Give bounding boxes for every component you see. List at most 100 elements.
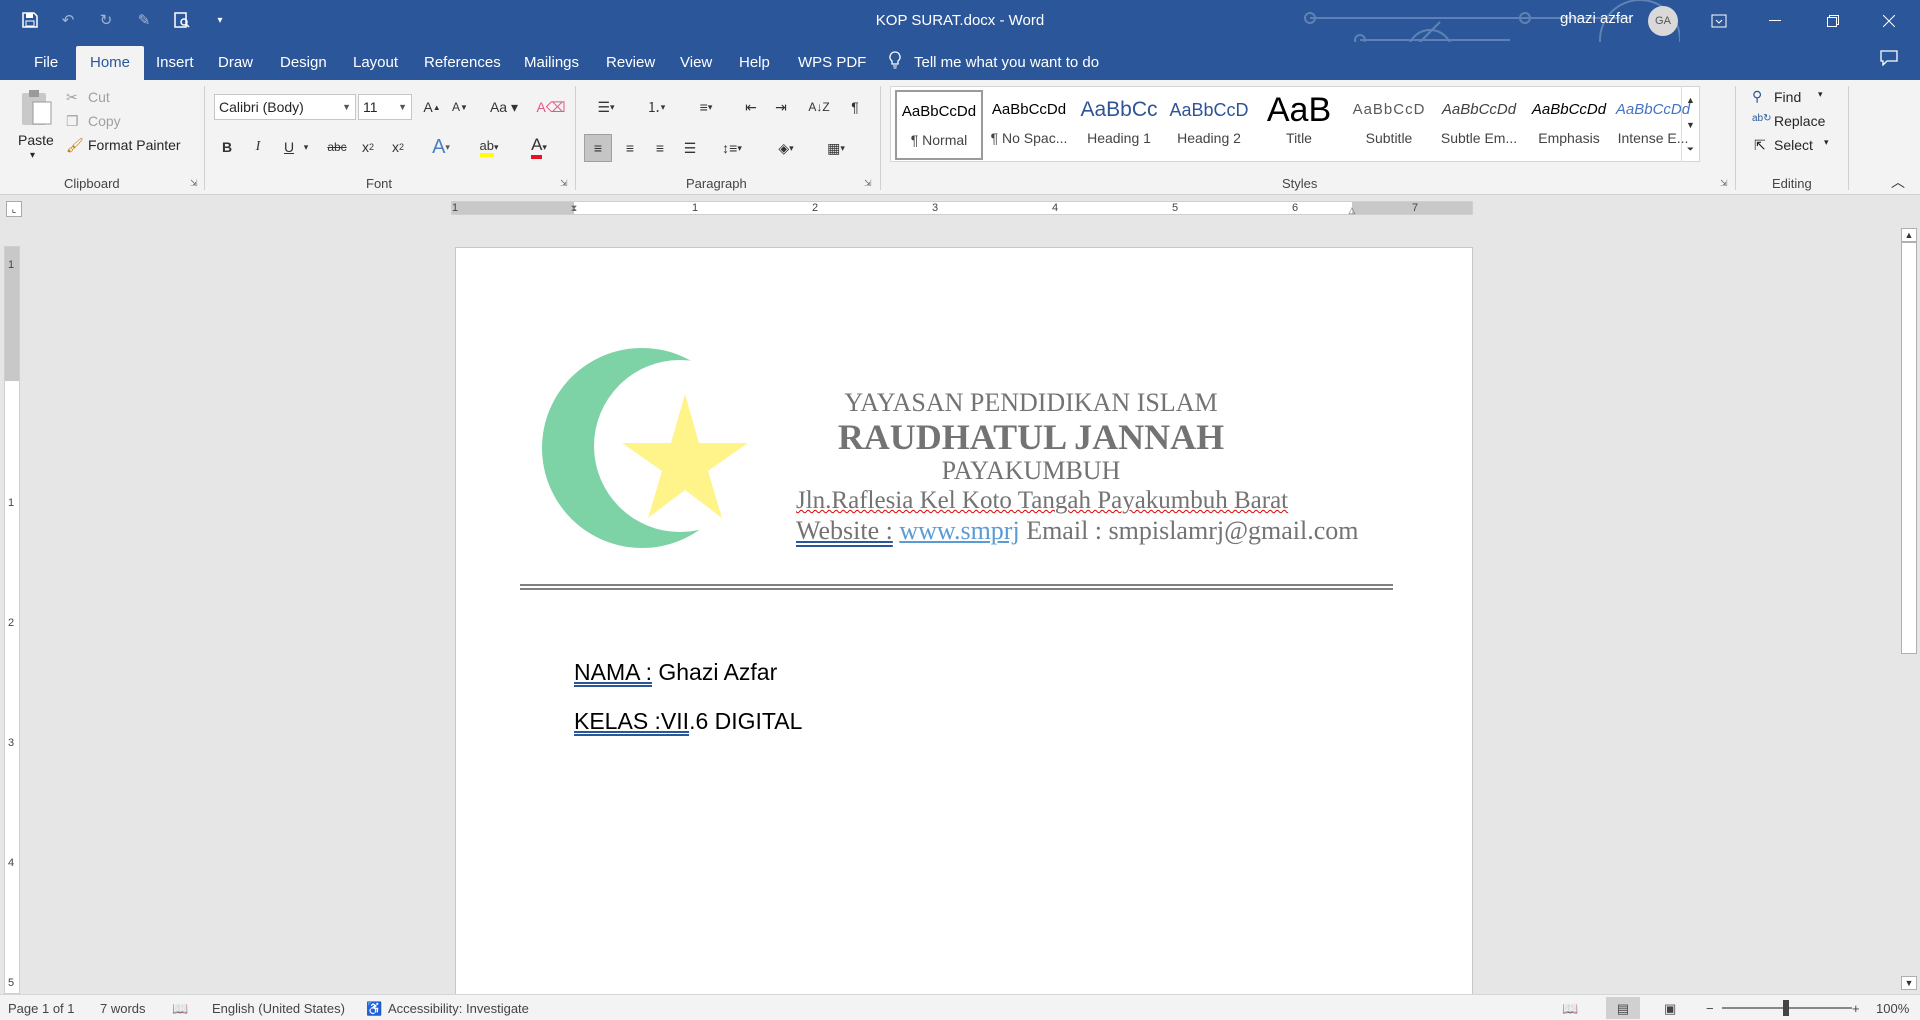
paste-icon[interactable]: [16, 86, 56, 130]
decrease-indent-icon[interactable]: ⇤: [738, 94, 764, 120]
multilevel-list-icon[interactable]: ≡ ▾: [686, 94, 726, 120]
tab-layout[interactable]: Layout: [343, 46, 408, 80]
tab-design[interactable]: Design: [270, 46, 337, 80]
increase-indent-icon[interactable]: ⇥: [768, 94, 794, 120]
shrink-font-icon[interactable]: A ▼: [448, 94, 472, 120]
proofing-icon[interactable]: 📖: [172, 1001, 188, 1017]
shading-icon[interactable]: ◈ ▾: [764, 134, 808, 162]
font-color-icon[interactable]: A ▾: [518, 134, 560, 160]
accessibility-status[interactable]: Accessibility: Investigate: [388, 1001, 529, 1016]
strikethrough-icon[interactable]: abc: [322, 134, 352, 160]
underline-icon[interactable]: U: [278, 134, 300, 160]
style-heading-1[interactable]: AaBbCc Heading 1: [1075, 90, 1163, 160]
ribbon-display-options-icon[interactable]: [1696, 0, 1742, 42]
print-layout-icon[interactable]: ▤: [1606, 997, 1640, 1019]
gallery-down-icon[interactable]: ▼: [1681, 112, 1699, 137]
tell-me-box[interactable]: Tell me what you want to do: [888, 51, 1099, 73]
zoom-in-icon[interactable]: +: [1852, 1001, 1860, 1016]
text-effects-icon[interactable]: A ▾: [424, 134, 458, 160]
page-count[interactable]: Page 1 of 1: [8, 1001, 75, 1016]
tab-help[interactable]: Help: [729, 46, 780, 80]
tab-mailings[interactable]: Mailings: [514, 46, 589, 80]
borders-icon[interactable]: ▦ ▾: [814, 134, 858, 162]
horizontal-ruler[interactable]: 1 1 2 3 4 5 6 7 ⧗ △: [451, 201, 1473, 215]
indent-marker-icon[interactable]: ⧗: [568, 198, 580, 218]
style-heading-2[interactable]: AaBbCcD Heading 2: [1165, 90, 1253, 160]
minimize-icon[interactable]: [1752, 0, 1798, 42]
zoom-slider[interactable]: [1722, 1000, 1852, 1016]
tab-home[interactable]: Home: [76, 46, 145, 80]
web-layout-icon[interactable]: ▣: [1664, 1001, 1676, 1017]
show-formatting-icon[interactable]: ¶: [842, 94, 868, 120]
paste-dropdown-icon[interactable]: ▾: [30, 150, 35, 161]
clipboard-launcher-icon[interactable]: ⇲: [190, 178, 198, 189]
superscript-icon[interactable]: x2: [386, 134, 410, 160]
align-right-icon[interactable]: ≡: [646, 134, 674, 162]
format-painter-button[interactable]: Format Painter: [88, 137, 181, 153]
line-spacing-icon[interactable]: ↕≡ ▾: [712, 134, 752, 162]
align-center-icon[interactable]: ≡: [616, 134, 644, 162]
select-button[interactable]: Select: [1774, 137, 1813, 153]
style-emphasis[interactable]: AaBbCcDd Emphasis: [1525, 90, 1613, 160]
grow-font-icon[interactable]: A ▲: [420, 94, 444, 120]
word-count[interactable]: 7 words: [100, 1001, 146, 1016]
tab-wps-pdf[interactable]: WPS PDF: [788, 46, 876, 80]
style-no-spacing[interactable]: AaBbCcDd ¶ No Spac...: [985, 90, 1073, 160]
copy-button[interactable]: Copy: [88, 113, 121, 129]
tab-selector-icon[interactable]: ⌞: [6, 201, 22, 217]
tab-references[interactable]: References: [414, 46, 511, 80]
restore-icon[interactable]: [1810, 0, 1856, 42]
font-name-field[interactable]: Calibri (Body) ▼: [214, 94, 356, 120]
scrollbar-thumb[interactable]: [1901, 242, 1917, 654]
zoom-slider-thumb[interactable]: [1783, 1000, 1789, 1016]
font-size-field[interactable]: 11 ▼: [358, 94, 412, 120]
comments-icon[interactable]: [1880, 50, 1898, 70]
gallery-up-icon[interactable]: ▲: [1681, 87, 1699, 112]
replace-button[interactable]: Replace: [1774, 113, 1825, 129]
language[interactable]: English (United States): [212, 1001, 345, 1016]
style-subtle-emphasis[interactable]: AaBbCcDd Subtle Em...: [1435, 90, 1523, 160]
website-link[interactable]: www.smprj: [899, 516, 1019, 545]
document-page[interactable]: YAYASAN PENDIDIKAN ISLAM RAUDHATUL JANNA…: [455, 247, 1473, 1007]
paragraph-launcher-icon[interactable]: ⇲: [864, 178, 872, 189]
font-launcher-icon[interactable]: ⇲: [560, 178, 568, 189]
right-indent-marker-icon[interactable]: △: [1346, 204, 1358, 216]
tab-review[interactable]: Review: [596, 46, 665, 80]
zoom-level[interactable]: 100%: [1876, 1001, 1909, 1016]
style-subtitle[interactable]: AaBbCcD Subtitle: [1345, 90, 1433, 160]
italic-icon[interactable]: I: [247, 134, 269, 160]
bullets-icon[interactable]: ☰ ▾: [586, 94, 626, 120]
justify-icon[interactable]: ☰: [676, 134, 704, 162]
tab-insert[interactable]: Insert: [146, 46, 204, 80]
highlight-color-icon[interactable]: ab ▾: [468, 134, 510, 160]
read-mode-icon[interactable]: 📖: [1562, 1001, 1578, 1017]
user-name[interactable]: ghazi azfar: [1560, 10, 1633, 27]
vertical-scrollbar[interactable]: ▲ ▼: [1898, 226, 1920, 994]
close-icon[interactable]: [1866, 0, 1912, 42]
align-left-icon[interactable]: ≡: [584, 134, 612, 162]
bold-icon[interactable]: B: [216, 134, 238, 160]
underline-dropdown-icon[interactable]: ▾: [300, 134, 312, 160]
tab-file[interactable]: File: [24, 46, 68, 80]
cut-button[interactable]: Cut: [88, 89, 110, 105]
styles-launcher-icon[interactable]: ⇲: [1720, 178, 1728, 189]
tab-view[interactable]: View: [670, 46, 722, 80]
subscript-icon[interactable]: x2: [356, 134, 380, 160]
find-dropdown-icon[interactable]: ▾: [1818, 89, 1823, 100]
scroll-up-icon[interactable]: ▲: [1901, 228, 1917, 242]
vertical-ruler[interactable]: 1 1 2 3 4 5: [4, 246, 20, 994]
tab-draw[interactable]: Draw: [208, 46, 263, 80]
collapse-ribbon-icon[interactable]: ︿: [1888, 174, 1908, 190]
style-title[interactable]: AaB Title: [1255, 90, 1343, 160]
style-normal[interactable]: AaBbCcDd ¶ Normal: [895, 90, 983, 160]
select-dropdown-icon[interactable]: ▾: [1824, 137, 1829, 148]
numbering-icon[interactable]: ⒈ ▾: [636, 94, 676, 120]
paste-button[interactable]: Paste: [18, 132, 54, 148]
scroll-down-icon[interactable]: ▼: [1901, 976, 1917, 990]
find-button[interactable]: Find: [1774, 89, 1801, 105]
clear-formatting-icon[interactable]: A⌫: [536, 94, 565, 120]
avatar[interactable]: GA: [1648, 6, 1678, 36]
sort-icon[interactable]: A↓Z: [806, 94, 832, 120]
change-case-icon[interactable]: Aa ▾: [484, 94, 524, 120]
gallery-more-icon[interactable]: ⏷: [1681, 137, 1699, 162]
